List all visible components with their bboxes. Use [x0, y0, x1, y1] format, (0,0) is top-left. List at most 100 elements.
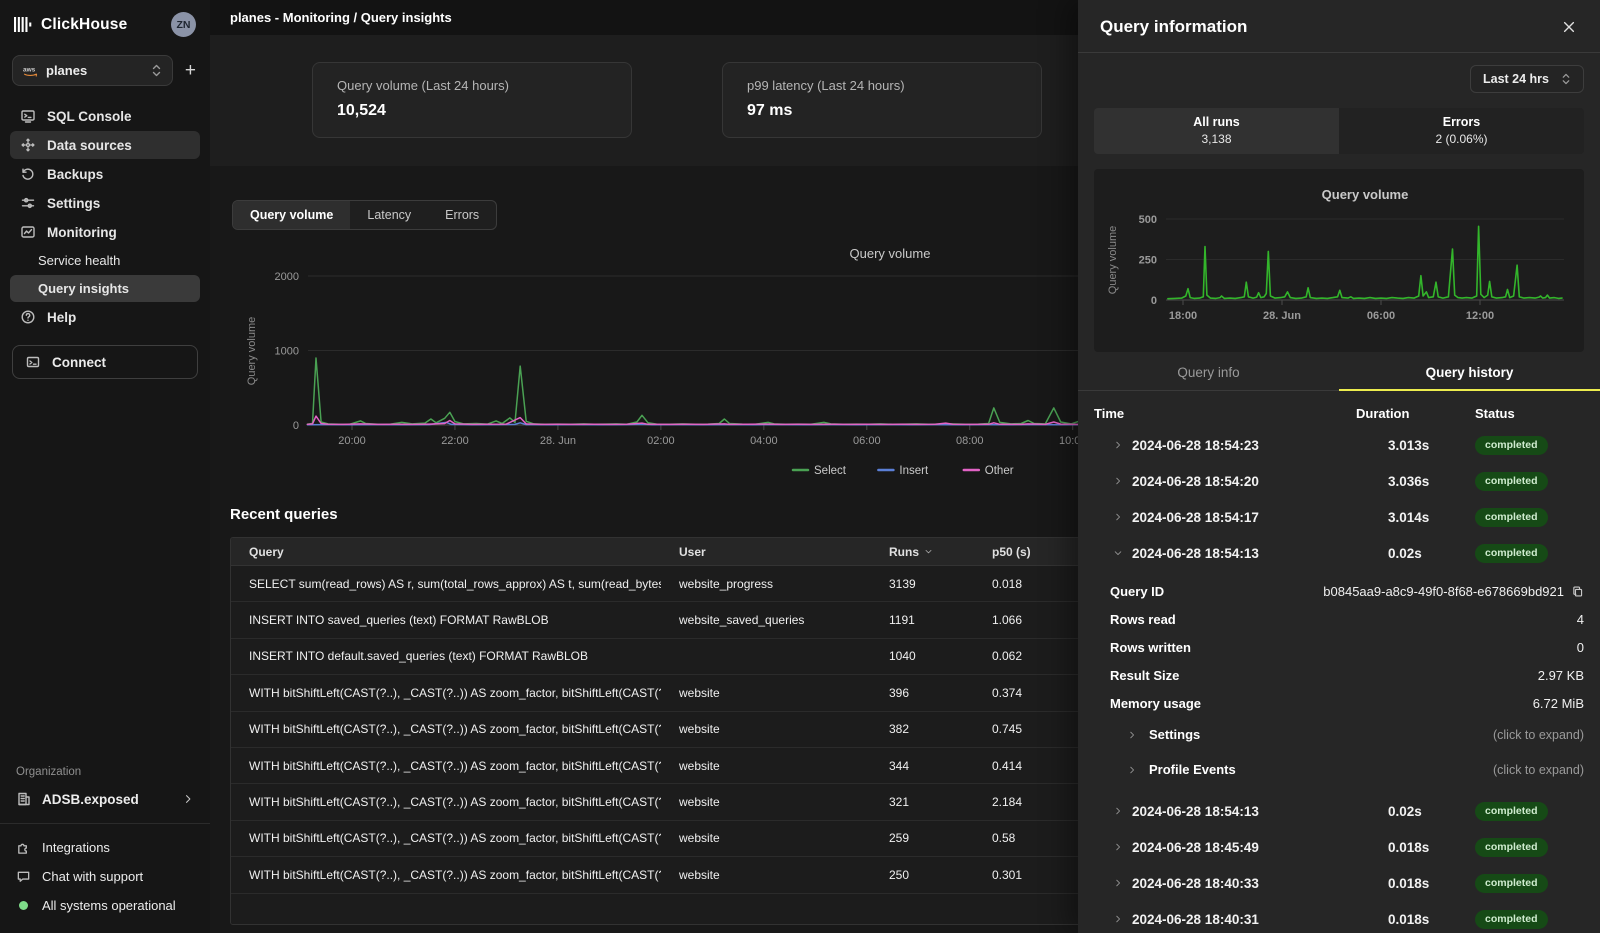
history-time: 2024-06-28 18:40:33 — [1132, 876, 1259, 891]
chevron-right-icon — [1113, 878, 1123, 888]
status-badge: completed — [1475, 508, 1548, 527]
history-row[interactable]: 2024-06-28 18:54:130.02scompleted — [1094, 535, 1584, 571]
stat-card-query-volume: Query volume (Last 24 hours) 10,524 — [312, 62, 632, 138]
svg-text:02:00: 02:00 — [647, 435, 675, 447]
sidebar-item-sql-console[interactable]: SQL Console — [10, 102, 200, 130]
history-row[interactable]: 2024-06-28 18:54:233.013scompleted — [1094, 427, 1584, 463]
sidebar-item-backups[interactable]: Backups — [10, 160, 200, 188]
organization-name: ADSB.exposed — [42, 792, 139, 807]
column-user[interactable]: User — [661, 545, 871, 559]
sidebar-item-service-health[interactable]: Service health — [10, 247, 200, 274]
svg-text:28. Jun: 28. Jun — [540, 435, 576, 447]
detail-value: 2.97 KB — [1538, 668, 1584, 683]
cell-user: website — [661, 686, 871, 700]
tab-query-info[interactable]: Query info — [1078, 355, 1339, 391]
toggle-all-runs[interactable]: All runs 3,138 — [1094, 108, 1339, 154]
stat-label: p99 latency (Last 24 hours) — [747, 78, 1017, 93]
history-time-cell: 2024-06-28 18:40:31 — [1094, 912, 1340, 927]
tab-errors[interactable]: Errors — [428, 201, 496, 229]
history-row[interactable]: 2024-06-28 18:54:130.02scompleted — [1094, 793, 1584, 829]
cell-query: WITH bitShiftLeft(CAST(?..), _CAST(?..))… — [231, 759, 661, 773]
sidebar-item-label: Monitoring — [47, 225, 117, 240]
history-row[interactable]: 2024-06-28 18:54:173.014scompleted — [1094, 499, 1584, 535]
cell-query: WITH bitShiftLeft(CAST(?..), _CAST(?..))… — [231, 686, 661, 700]
brand-name: ClickHouse — [41, 16, 127, 34]
chevron-right-icon — [1094, 730, 1137, 740]
time-range-select[interactable]: Last 24 hrs — [1470, 65, 1584, 93]
sidebar-item-data-sources[interactable]: Data sources — [10, 131, 200, 159]
history-row[interactable]: 2024-06-28 18:45:490.018scompleted — [1094, 829, 1584, 865]
detail-row-memory-usage: Memory usage6.72 MiB — [1094, 689, 1584, 717]
query-information-panel: Query information Last 24 hrs All runs 3… — [1078, 0, 1600, 933]
detail-label: Query ID — [1094, 584, 1164, 599]
expandable-label: Settings — [1137, 727, 1200, 742]
status-dot-icon — [19, 901, 28, 910]
sidebar-item-label: Service health — [38, 253, 120, 268]
copy-icon[interactable] — [1571, 585, 1584, 598]
connect-button[interactable]: Connect — [12, 345, 198, 379]
history-time-cell: 2024-06-28 18:54:20 — [1094, 474, 1340, 489]
expandable-profile-events[interactable]: Profile Events(click to expand) — [1094, 752, 1584, 787]
history-status-cell: completed — [1466, 508, 1584, 527]
svg-text:12:00: 12:00 — [1466, 310, 1494, 322]
cell-runs: 3139 — [871, 577, 974, 591]
history-header: Time Duration Status — [1094, 391, 1584, 427]
history-row[interactable]: 2024-06-28 18:54:203.036scompleted — [1094, 463, 1584, 499]
mini-chart-card: Query volumeQuery volume025050018:0028. … — [1094, 169, 1584, 352]
organization-icon — [16, 791, 32, 807]
column-runs[interactable]: Runs — [871, 545, 974, 559]
footer-item-label: Integrations — [42, 840, 110, 855]
chevron-right-icon — [1113, 842, 1123, 852]
svg-text:Other: Other — [985, 465, 1014, 477]
history-time: 2024-06-28 18:54:13 — [1132, 546, 1259, 561]
expandable-hint: (click to expand) — [1493, 728, 1584, 742]
panel-title: Query information — [1100, 17, 1247, 37]
svg-text:18:00: 18:00 — [1169, 310, 1197, 322]
svg-text:1000: 1000 — [275, 346, 299, 358]
sidebar-header: ClickHouse ZN — [0, 0, 210, 47]
sidebar-item-monitoring[interactable]: Monitoring — [10, 218, 200, 246]
footer-item-all-systems-operational[interactable]: All systems operational — [16, 892, 194, 919]
tab-query-history[interactable]: Query history — [1339, 355, 1600, 391]
tab-latency[interactable]: Latency — [350, 201, 428, 229]
sidebar-item-label: Query insights — [38, 281, 129, 296]
sidebar-item-query-insights[interactable]: Query insights — [10, 275, 200, 302]
organization-switcher[interactable]: ADSB.exposed — [0, 787, 210, 823]
history-time: 2024-06-28 18:54:17 — [1132, 510, 1259, 525]
svg-text:Query volume: Query volume — [850, 246, 931, 261]
toggle-errors[interactable]: Errors 2 (0.06%) — [1339, 108, 1584, 154]
cell-runs: 259 — [871, 831, 974, 845]
close-icon[interactable] — [1560, 18, 1578, 36]
panel-tabs: Query info Query history — [1078, 355, 1600, 391]
sidebar-item-settings[interactable]: Settings — [10, 189, 200, 217]
history-row[interactable]: 2024-06-28 18:40:330.018scompleted — [1094, 865, 1584, 901]
footer-item-chat-with-support[interactable]: Chat with support — [16, 863, 194, 890]
sidebar-item-label: Settings — [47, 196, 100, 211]
chat-icon — [16, 869, 31, 884]
backups-icon — [20, 166, 36, 182]
footer-item-integrations[interactable]: Integrations — [16, 834, 194, 861]
sidebar-item-help[interactable]: Help — [10, 303, 200, 331]
clickhouse-logo-icon — [14, 16, 33, 33]
chevron-right-icon — [1113, 440, 1123, 450]
tab-query-volume[interactable]: Query volume — [233, 201, 350, 229]
svg-text:06:00: 06:00 — [1367, 310, 1395, 322]
expandable-settings[interactable]: Settings (click to expand) — [1094, 717, 1584, 752]
service-selector[interactable]: aws planes — [12, 55, 173, 86]
query-id-value: b0845aa9-a8c9-49f0-8f68-e678669bd921 — [1323, 584, 1564, 599]
chevron-right-icon — [182, 793, 194, 805]
avatar[interactable]: ZN — [171, 12, 196, 37]
history-status-cell: completed — [1466, 472, 1584, 491]
cell-runs: 396 — [871, 686, 974, 700]
history-row[interactable]: 2024-06-28 18:40:310.018scompleted — [1094, 901, 1584, 933]
add-service-button[interactable]: + — [183, 61, 198, 80]
column-query[interactable]: Query — [231, 545, 661, 559]
history-duration: 0.018s — [1340, 876, 1466, 891]
monitoring-icon — [20, 224, 36, 240]
panel-header: Query information — [1078, 0, 1600, 53]
sort-desc-icon — [924, 547, 933, 556]
cell-user: website — [661, 868, 871, 882]
service-name: planes — [46, 63, 87, 78]
history-time-cell: 2024-06-28 18:54:13 — [1094, 804, 1340, 819]
column-status: Status — [1466, 406, 1584, 421]
